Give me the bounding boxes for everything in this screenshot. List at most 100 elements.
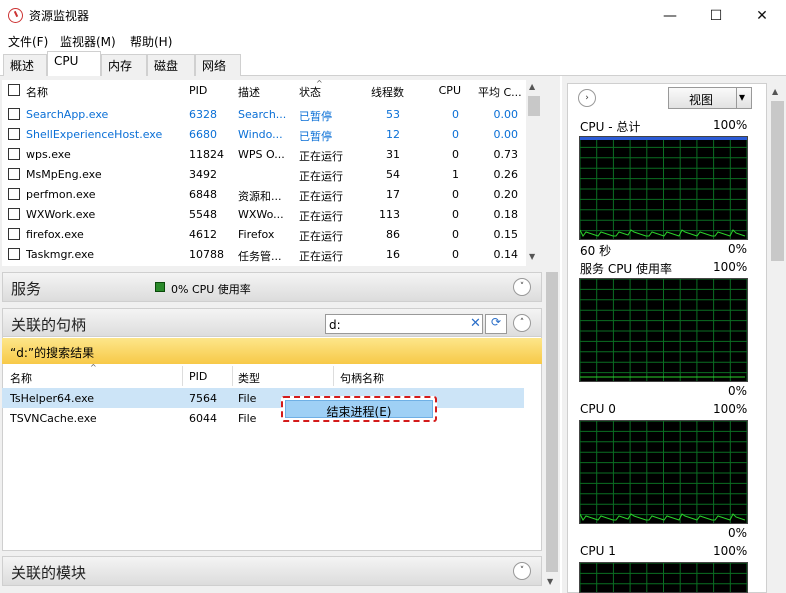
modules-section[interactable]: 关联的模块 ˅ (2, 556, 542, 586)
process-desc: Firefox (238, 228, 275, 241)
process-cpu: 0 (452, 248, 459, 261)
process-checkbox[interactable] (8, 208, 20, 220)
col-pid[interactable]: PID (189, 84, 207, 97)
services-section[interactable]: 服务 0% CPU 使用率 ˅ (2, 272, 542, 302)
sort-up-icon: ^ (90, 363, 97, 372)
scroll-up-icon[interactable]: ▲ (772, 87, 778, 96)
collapse-panel-icon[interactable]: › (578, 89, 596, 107)
process-checkbox[interactable] (8, 108, 20, 120)
h-col-pid[interactable]: PID (189, 370, 207, 383)
process-cpu: 0 (452, 128, 459, 141)
graph-max: 100% (713, 260, 748, 274)
cpu-graph (579, 136, 748, 240)
scroll-thumb[interactable] (528, 96, 540, 116)
process-row[interactable]: MsMpEng.exe 3492 正在运行 54 1 0.26 (2, 164, 526, 184)
handle-row[interactable]: TSVNCache.exe 6044 File (2, 408, 524, 428)
col-name[interactable]: 名称 (26, 84, 48, 100)
h-col-type[interactable]: 类型 (238, 370, 260, 386)
modules-expand-icon[interactable]: ˅ (513, 562, 531, 580)
view-dropdown[interactable]: 视图 ▾ (668, 87, 752, 109)
process-row[interactable]: WXWork.exe 5548 WXWo... 正在运行 113 0 0.18 (2, 204, 526, 224)
handles-collapse-icon[interactable]: ˄ (513, 314, 531, 332)
scroll-down-icon[interactable]: ▼ (529, 252, 535, 261)
scroll-down-icon[interactable]: ▼ (547, 577, 553, 586)
handle-row[interactable]: TsHelper64.exe 7564 File (2, 388, 524, 408)
dropdown-arrow-icon[interactable]: ▾ (739, 90, 745, 104)
modules-title: 关联的模块 (11, 564, 87, 582)
process-checkbox[interactable] (8, 148, 20, 160)
process-threads: 16 (386, 248, 400, 261)
process-scrollbar[interactable]: ▲ ▼ (526, 80, 542, 266)
scroll-up-icon[interactable]: ▲ (529, 82, 535, 91)
menu-file[interactable]: 文件(F) (8, 33, 48, 50)
process-row[interactable]: firefox.exe 4612 Firefox 正在运行 86 0 0.15 (2, 224, 526, 244)
clear-search-icon[interactable]: ✕ (470, 316, 481, 331)
left-pane-scrollbar[interactable]: ▼ (544, 272, 560, 593)
menu-help[interactable]: 帮助(H) (130, 33, 172, 50)
menu-monitor[interactable]: 监视器(M) (60, 33, 116, 50)
process-checkbox[interactable] (8, 188, 20, 200)
process-name: SearchApp.exe (26, 108, 109, 121)
process-avg-cpu: 0.20 (493, 188, 519, 201)
tab-network[interactable]: 网络 (195, 54, 241, 76)
process-pid: 3492 (189, 168, 217, 181)
col-divider (333, 366, 334, 386)
window-title: 资源监视器 (29, 9, 90, 23)
tab-cpu[interactable]: CPU (47, 51, 101, 77)
graph-title: 服务 CPU 使用率 (580, 262, 673, 276)
end-process-menu-item[interactable]: 结束进程(E) (285, 400, 433, 419)
graph-min: 0% (728, 526, 748, 540)
process-avg-cpu: 0.73 (493, 148, 519, 161)
col-threads[interactable]: 线程数 (354, 84, 404, 100)
minimize-button[interactable]: — (647, 0, 693, 31)
process-table-header: 名称 PID 描述 状态 ^ 线程数 CPU 平均 C... (2, 80, 526, 100)
process-row[interactable]: SearchApp.exe 6328 Search... 已暂停 53 0 0.00 (2, 104, 526, 124)
process-checkbox[interactable] (8, 248, 20, 260)
process-desc: Windo... (238, 128, 283, 141)
scroll-thumb[interactable] (546, 272, 558, 572)
process-avg-cpu: 0.26 (493, 168, 519, 181)
col-avg-cpu[interactable]: 平均 C... (478, 84, 522, 100)
tab-bar: 概述 CPU 内存 磁盘 网络 (0, 51, 786, 77)
search-result-label: “d:”的搜索结果 (10, 346, 95, 360)
process-row[interactable]: perfmon.exe 6848 资源和... 正在运行 17 0 0.20 (2, 184, 526, 204)
process-avg-cpu: 0.15 (493, 228, 519, 241)
handle-proc-name: TsHelper64.exe (10, 392, 95, 405)
select-all-checkbox[interactable] (8, 84, 20, 96)
process-checkbox[interactable] (8, 228, 20, 240)
refresh-search-icon[interactable]: ⟳ (485, 314, 507, 334)
scroll-thumb[interactable] (771, 101, 784, 261)
services-expand-icon[interactable]: ˅ (513, 278, 531, 296)
process-cpu: 0 (452, 228, 459, 241)
graph-max: 100% (713, 118, 748, 132)
graph-max: 100% (713, 402, 748, 416)
process-checkbox[interactable] (8, 168, 20, 180)
process-desc: Search... (238, 108, 287, 121)
process-cpu: 0 (452, 208, 459, 221)
tab-overview[interactable]: 概述 (3, 54, 47, 76)
process-row[interactable]: ShellExperienceHost.exe 6680 Windo... 已暂停 12… (2, 124, 526, 144)
maximize-button[interactable]: ☐ (693, 0, 739, 31)
graph-scrollbar[interactable]: ▲ (769, 83, 786, 593)
process-desc: WPS O... (238, 148, 285, 161)
tab-disk[interactable]: 磁盘 (147, 54, 195, 76)
handle-type: File (238, 412, 257, 425)
h-col-handle-name[interactable]: 句柄名称 (340, 370, 384, 386)
process-row[interactable]: Taskmgr.exe 10788 任务管... 正在运行 16 0 0.14 (2, 244, 526, 264)
context-menu: 结束进程(E) (281, 396, 437, 422)
graph-min: 0% (728, 242, 748, 256)
process-row[interactable]: wps.exe 11824 WPS O... 正在运行 31 0 0.73 (2, 144, 526, 164)
close-button[interactable]: ✕ (739, 0, 785, 31)
col-desc[interactable]: 描述 (238, 84, 260, 100)
col-cpu[interactable]: CPU (417, 84, 461, 97)
process-threads: 53 (386, 108, 400, 121)
cpu-graph (579, 278, 748, 382)
process-cpu: 0 (452, 148, 459, 161)
h-col-name[interactable]: 名称 (10, 370, 32, 386)
cpu-usage-icon (155, 282, 165, 292)
handle-search-input[interactable]: d: ✕ (325, 314, 483, 334)
process-checkbox[interactable] (8, 128, 20, 140)
process-name: MsMpEng.exe (26, 168, 102, 181)
title-bar: 资源监视器 — ☐ ✕ (0, 0, 786, 31)
tab-memory[interactable]: 内存 (101, 54, 147, 76)
